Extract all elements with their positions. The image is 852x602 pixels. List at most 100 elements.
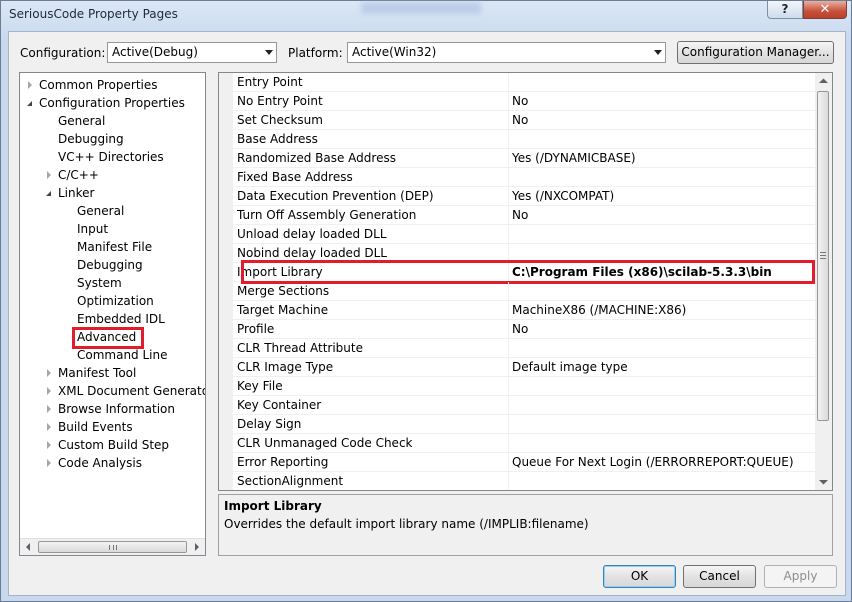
property-row[interactable]: CLR Image Type Default image type [219, 358, 815, 377]
grid-vertical-scrollbar[interactable] [815, 73, 832, 490]
property-row[interactable]: Fixed Base Address [219, 168, 815, 187]
property-value[interactable]: No [512, 320, 528, 339]
platform-select[interactable]: Active(Win32) [347, 42, 666, 63]
property-row[interactable]: Profile No [219, 320, 815, 339]
property-value[interactable]: No [512, 92, 528, 111]
expand-arrow-icon[interactable] [47, 387, 51, 395]
tree-item-label: Common Properties [39, 78, 158, 92]
tree-item-input[interactable]: Input [20, 220, 205, 238]
property-value[interactable]: Yes (/NXCOMPAT) [512, 187, 614, 206]
tree-item-manifest-file[interactable]: Manifest File [20, 238, 205, 256]
property-row[interactable]: SectionAlignment [219, 472, 815, 490]
apply-button[interactable]: Apply [764, 565, 837, 588]
expand-arrow-icon[interactable] [47, 171, 51, 179]
property-row[interactable]: Target Machine MachineX86 (/MACHINE:X86) [219, 301, 815, 320]
scroll-right-icon[interactable] [188, 539, 205, 555]
property-grid[interactable]: Entry Point No Entry Point No Set Checksum N… [218, 72, 833, 491]
column-divider [508, 453, 509, 472]
property-name: Fixed Base Address [237, 170, 353, 184]
tree-item-common-properties[interactable]: Common Properties [20, 76, 205, 94]
scroll-up-icon[interactable] [815, 73, 832, 90]
tree-item-debugging[interactable]: Debugging [20, 130, 205, 148]
expand-arrow-icon[interactable] [47, 423, 51, 431]
tree-item-manifest-tool[interactable]: Manifest Tool [20, 364, 205, 382]
property-row[interactable]: Error Reporting Queue For Next Login (/ER… [219, 453, 815, 472]
property-row[interactable]: Turn Off Assembly Generation No [219, 206, 815, 225]
property-row[interactable]: CLR Thread Attribute [219, 339, 815, 358]
column-divider [508, 168, 509, 187]
tree-item-browse-information[interactable]: Browse Information [20, 400, 205, 418]
configuration-manager-button[interactable]: Configuration Manager... [677, 41, 834, 64]
property-value[interactable]: MachineX86 (/MACHINE:X86) [512, 301, 686, 320]
configuration-select[interactable]: Active(Debug) [107, 42, 277, 63]
property-value[interactable]: Queue For Next Login (/ERRORREPORT:QUEUE… [512, 453, 794, 472]
expand-arrow-icon[interactable] [47, 369, 51, 377]
property-row[interactable]: Unload delay loaded DLL [219, 225, 815, 244]
scroll-down-icon[interactable] [815, 473, 832, 490]
collapse-arrow-icon[interactable] [27, 101, 32, 106]
cancel-button[interactable]: Cancel [683, 565, 756, 588]
expand-arrow-icon[interactable] [47, 459, 51, 467]
tree-item-linker[interactable]: Linker [20, 184, 205, 202]
property-row[interactable]: Base Address [219, 130, 815, 149]
row-gutter [219, 130, 233, 149]
expand-arrow-icon[interactable] [47, 405, 51, 413]
tree-item-general[interactable]: General [20, 112, 205, 130]
scroll-left-icon[interactable] [20, 539, 37, 555]
row-highlight-box [241, 260, 815, 284]
tree-item-command-line[interactable]: Command Line [20, 346, 205, 364]
tree-item-general[interactable]: General [20, 202, 205, 220]
tree-item-system[interactable]: System [20, 274, 205, 292]
property-tree[interactable]: Common Properties Configuration Propertie… [19, 72, 206, 556]
tree-item-debugging[interactable]: Debugging [20, 256, 205, 274]
collapse-arrow-icon[interactable] [46, 191, 51, 196]
property-row[interactable]: Delay Sign [219, 415, 815, 434]
chevron-down-icon [265, 50, 273, 55]
column-divider [508, 282, 509, 301]
tree-horizontal-scrollbar[interactable] [20, 538, 205, 555]
property-row[interactable]: Key Container [219, 396, 815, 415]
property-row[interactable]: CLR Unmanaged Code Check [219, 434, 815, 453]
property-row[interactable]: No Entry Point No [219, 92, 815, 111]
tree-item-configuration-properties[interactable]: Configuration Properties [20, 94, 205, 112]
tree-item-label: Custom Build Step [58, 438, 170, 452]
property-name: Profile [237, 322, 275, 336]
expand-arrow-icon[interactable] [28, 81, 32, 89]
close-button[interactable]: ✕ [803, 1, 847, 19]
property-row[interactable]: Set Checksum No [219, 111, 815, 130]
tree-item-c-c-[interactable]: C/C++ [20, 166, 205, 184]
tree-item-code-analysis[interactable]: Code Analysis [20, 454, 205, 472]
tree-item-label: General [58, 114, 106, 128]
tree-item-vc-directories[interactable]: VC++ Directories [20, 148, 205, 166]
property-value[interactable]: No [512, 206, 528, 225]
column-divider [508, 73, 509, 92]
column-divider [508, 225, 509, 244]
property-name: Entry Point [237, 75, 303, 89]
property-value[interactable]: Default image type [512, 358, 628, 377]
expand-arrow-icon[interactable] [47, 441, 51, 449]
tree-item-embedded-idl[interactable]: Embedded IDL [20, 310, 205, 328]
ok-button[interactable]: OK [603, 565, 676, 588]
scroll-thumb[interactable] [38, 541, 187, 553]
help-button[interactable]: ? [767, 1, 803, 19]
property-row[interactable]: Merge Sections [219, 282, 815, 301]
row-gutter [219, 453, 233, 472]
property-value[interactable]: Yes (/DYNAMICBASE) [512, 149, 636, 168]
property-row[interactable]: Key File [219, 377, 815, 396]
row-gutter [219, 168, 233, 187]
property-row[interactable]: Randomized Base Address Yes (/DYNAMICBASE… [219, 149, 815, 168]
property-value[interactable]: No [512, 111, 528, 130]
column-divider [508, 339, 509, 358]
property-name: Error Reporting [237, 455, 329, 469]
property-row[interactable]: Data Execution Prevention (DEP) Yes (/NXC… [219, 187, 815, 206]
tree-item-custom-build-step[interactable]: Custom Build Step [20, 436, 205, 454]
property-name: Set Checksum [237, 113, 323, 127]
property-name: No Entry Point [237, 94, 323, 108]
tree-item-label: Embedded IDL [77, 312, 165, 326]
tree-item-optimization[interactable]: Optimization [20, 292, 205, 310]
tree-item-xml-document-generator[interactable]: XML Document Generator [20, 382, 205, 400]
tree-item-build-events[interactable]: Build Events [20, 418, 205, 436]
property-row[interactable]: Entry Point [219, 73, 815, 92]
scroll-thumb[interactable] [817, 91, 829, 421]
column-divider [508, 187, 509, 206]
